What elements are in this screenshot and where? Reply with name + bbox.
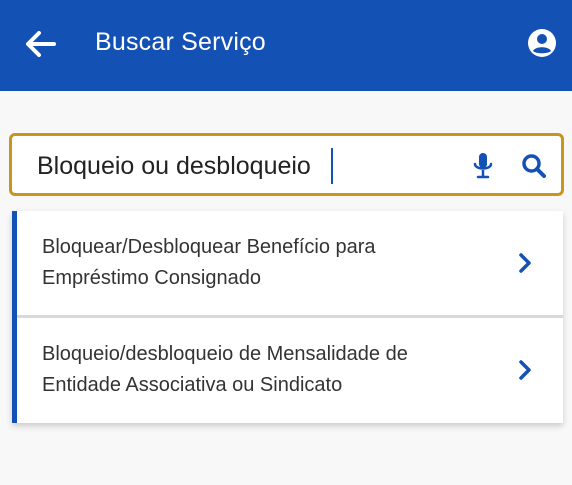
text-cursor [331, 148, 333, 184]
search-input[interactable]: Bloqueio ou desbloqueio [37, 149, 337, 183]
chevron-right-icon [513, 251, 537, 275]
result-title-line-2: Entidade Associativa ou Sindicato [42, 374, 343, 396]
result-title: Bloqueio/desbloqueio de Mensalidade de E… [42, 339, 482, 401]
chevron-right-icon [513, 358, 537, 382]
search-button[interactable] [517, 149, 551, 183]
microphone-icon [473, 153, 493, 179]
search-field[interactable]: Bloqueio ou desbloqueio [9, 133, 564, 196]
result-title-line-1: Bloqueio/desbloqueio de Mensalidade de [42, 343, 408, 365]
app-bar: Buscar Serviço [0, 0, 572, 91]
back-button[interactable] [22, 27, 60, 61]
page-title: Buscar Serviço [95, 28, 266, 56]
search-results-list: Bloquear/Desbloquear Benefício para Empr… [12, 211, 563, 423]
account-circle-icon [528, 29, 556, 57]
search-icon [522, 154, 546, 178]
result-title-line-2: Empréstimo Consignado [42, 267, 261, 289]
result-title-line-1: Bloquear/Desbloquear Benefício para [42, 236, 376, 258]
profile-button[interactable] [526, 27, 558, 59]
result-title: Bloquear/Desbloquear Benefício para Empr… [42, 232, 482, 294]
voice-search-button[interactable] [469, 149, 497, 183]
arrow-left-icon [26, 31, 56, 57]
list-item[interactable]: Bloquear/Desbloquear Benefício para Empr… [17, 211, 563, 318]
list-item[interactable]: Bloqueio/desbloqueio de Mensalidade de E… [17, 318, 563, 423]
